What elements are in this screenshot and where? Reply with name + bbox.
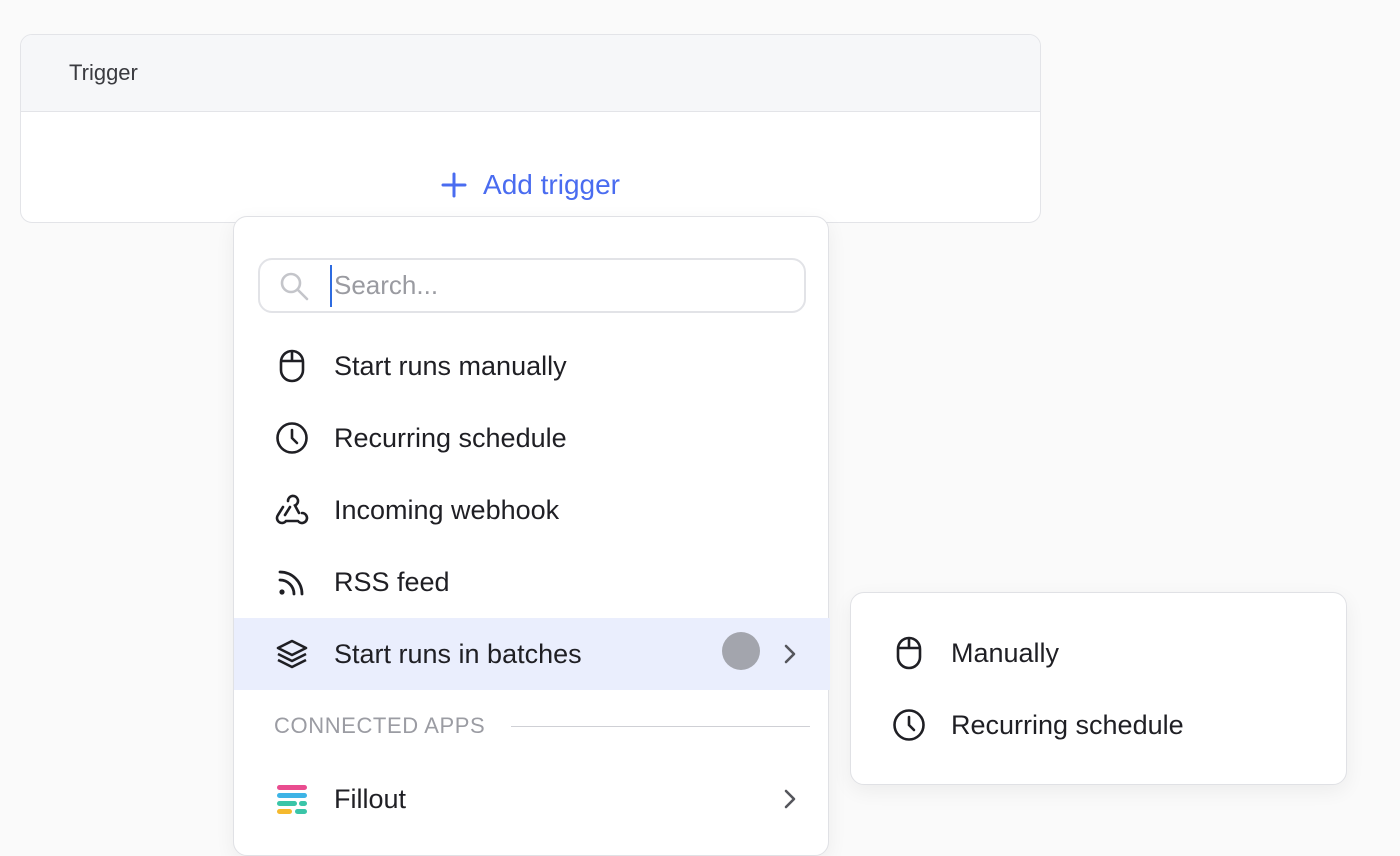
layers-icon (274, 636, 310, 672)
submenu-item-label: Recurring schedule (951, 709, 1184, 740)
menu-item-label: Start runs in batches (334, 638, 582, 669)
submenu-item-recurring-schedule[interactable]: Recurring schedule (851, 689, 1348, 761)
section-label: CONNECTED APPS (274, 713, 486, 738)
menu-item-recurring-schedule[interactable]: Recurring schedule (234, 402, 830, 474)
menu-item-label: Recurring schedule (334, 422, 567, 453)
trigger-card-header: Trigger (21, 35, 1040, 112)
webhook-icon (274, 492, 310, 528)
menu-item-fillout[interactable]: Fillout (234, 763, 830, 835)
submenu-item-manually[interactable]: Manually (851, 617, 1348, 689)
plus-icon (441, 172, 467, 198)
mouse-icon (274, 348, 310, 384)
chevron-right-icon (780, 787, 800, 811)
menu-item-label: RSS feed (334, 566, 450, 597)
chevron-right-icon (780, 642, 800, 666)
menu-item-incoming-webhook[interactable]: Incoming webhook (234, 474, 830, 546)
menu-item-start-runs-in-batches[interactable]: Start runs in batches (234, 618, 830, 690)
menu-item-label: Incoming webhook (334, 494, 560, 525)
menu-item-start-runs-manually[interactable]: Start runs manually (234, 330, 830, 402)
add-trigger-label: Add trigger (483, 168, 620, 200)
menu-item-label: Fillout (334, 783, 407, 814)
rss-icon (274, 564, 310, 600)
mouse-icon (891, 635, 927, 671)
loading-indicator (722, 632, 760, 670)
submenu-item-label: Manually (951, 637, 1060, 668)
section-divider (511, 725, 810, 727)
trigger-type-dropdown: Start runs manually Recurring schedule I… (233, 216, 830, 856)
connected-apps-section-header: CONNECTED APPS (274, 709, 810, 743)
trigger-card-title: Trigger (69, 60, 138, 85)
search-box (258, 258, 806, 313)
search-icon (278, 270, 310, 302)
add-trigger-button[interactable]: Add trigger (21, 147, 1040, 222)
fillout-logo-icon (274, 781, 310, 817)
batches-submenu: Manually Recurring schedule (850, 592, 1347, 785)
trigger-card: Trigger Add trigger (20, 34, 1041, 223)
clock-icon (274, 420, 310, 456)
menu-item-rss-feed[interactable]: RSS feed (234, 546, 830, 618)
clock-icon (891, 707, 927, 743)
menu-item-label: Start runs manually (334, 350, 567, 381)
search-input[interactable] (330, 264, 776, 307)
